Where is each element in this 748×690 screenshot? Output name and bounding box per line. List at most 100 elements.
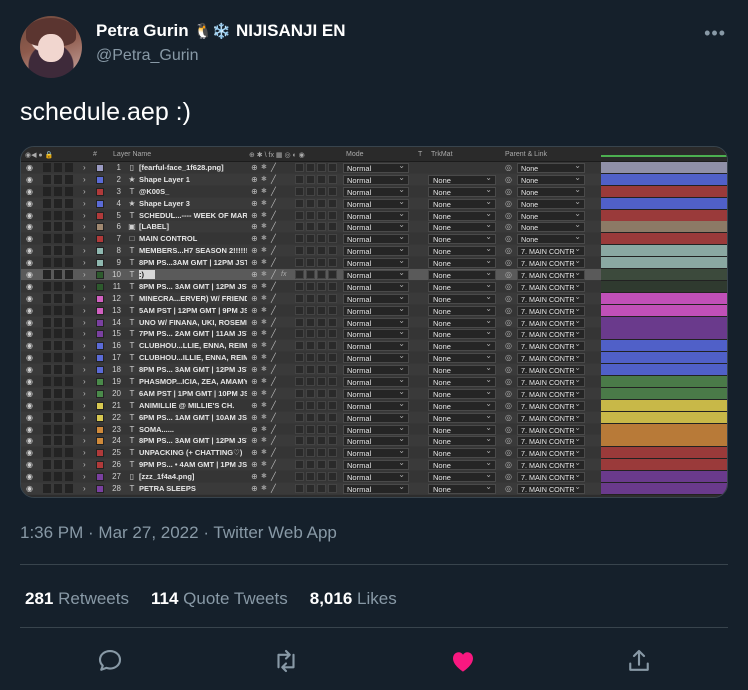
pickwhip-icon[interactable]: ◎	[505, 162, 514, 173]
3d-layer-switch[interactable]	[328, 353, 337, 363]
shy-switch-icon[interactable]: ⊕	[251, 245, 258, 256]
trkmat-select[interactable]: None	[428, 209, 496, 221]
lock-toggle[interactable]	[65, 448, 73, 458]
lock-toggle[interactable]	[65, 484, 73, 494]
frame-blend-switch[interactable]	[295, 210, 304, 220]
adjustment-switch[interactable]	[317, 305, 326, 315]
adjustment-switch[interactable]	[317, 329, 326, 339]
collapse-switch-icon[interactable]: ✱	[261, 281, 267, 292]
expand-arrow-icon[interactable]: ›	[83, 174, 86, 185]
motion-blur-switch[interactable]	[306, 365, 315, 375]
parent-select[interactable]: 7. MAIN CONTR	[517, 400, 585, 411]
parent-select[interactable]: None	[517, 174, 585, 185]
adjustment-switch[interactable]	[317, 353, 326, 363]
parent-select[interactable]: 7. MAIN CONTR	[517, 353, 585, 364]
blend-mode-select[interactable]: Normal	[343, 446, 409, 459]
ae-layer-row[interactable]: ◉›3T@K00S_⊕✱╱NormalNone◎None	[21, 185, 727, 198]
audio-toggle[interactable]	[43, 448, 51, 458]
audio-toggle[interactable]	[43, 317, 51, 327]
solo-toggle[interactable]	[54, 198, 62, 208]
solo-toggle[interactable]	[54, 353, 62, 363]
label-color-swatch[interactable]	[96, 199, 104, 208]
retweets-stat[interactable]: 281 Retweets	[25, 589, 129, 609]
lock-toggle[interactable]	[65, 293, 73, 303]
blend-mode-select[interactable]: Normal	[343, 268, 409, 281]
frame-blend-switch[interactable]	[295, 186, 304, 196]
expand-arrow-icon[interactable]: ›	[83, 210, 86, 221]
eye-icon[interactable]: ◉	[21, 186, 38, 197]
trkmat-select[interactable]: None	[428, 434, 496, 447]
expand-arrow-icon[interactable]: ›	[83, 340, 86, 351]
parent-select[interactable]: 7. MAIN CONTR	[517, 341, 585, 352]
shy-switch-icon[interactable]: ⊕	[251, 424, 258, 435]
audio-toggle[interactable]	[43, 293, 51, 303]
label-color-swatch[interactable]	[96, 485, 104, 494]
eye-icon[interactable]: ◉	[21, 364, 38, 375]
blend-mode-select[interactable]: Normal	[343, 232, 409, 245]
adjustment-switch[interactable]	[317, 270, 326, 280]
lock-toggle[interactable]	[65, 281, 73, 291]
3d-layer-switch[interactable]	[328, 174, 337, 184]
collapse-switch-icon[interactable]: ✱	[261, 435, 267, 446]
trkmat-select[interactable]: None	[428, 256, 496, 269]
lock-toggle[interactable]	[65, 305, 73, 315]
tweet-timestamp[interactable]: 1:36 PM · Mar 27, 2022 · Twitter Web App	[20, 523, 337, 543]
motion-blur-switch[interactable]	[306, 341, 315, 351]
expand-arrow-icon[interactable]: ›	[83, 257, 86, 268]
collapse-switch-icon[interactable]: ✱	[261, 483, 267, 494]
eye-icon[interactable]: ◉	[21, 376, 38, 387]
eye-icon[interactable]: ◉	[21, 424, 38, 435]
audio-toggle[interactable]	[43, 198, 51, 208]
audio-toggle[interactable]	[43, 305, 51, 315]
motion-blur-switch[interactable]	[306, 329, 315, 339]
solo-toggle[interactable]	[54, 234, 62, 244]
trkmat-select[interactable]: None	[428, 327, 496, 340]
pickwhip-icon[interactable]: ◎	[505, 435, 514, 446]
shy-switch-icon[interactable]: ⊕	[251, 400, 258, 411]
trkmat-select[interactable]: None	[428, 458, 496, 471]
eye-icon[interactable]: ◉	[21, 221, 38, 232]
solo-toggle[interactable]	[54, 412, 62, 422]
collapse-switch-icon[interactable]: ✱	[261, 352, 267, 363]
frame-blend-switch[interactable]	[295, 281, 304, 291]
layer-name[interactable]: 6PM PS... 1AM GMT | 10AM JST	[139, 412, 247, 423]
motion-blur-switch[interactable]	[306, 400, 315, 410]
parent-select[interactable]: 7. MAIN CONTR	[517, 258, 585, 269]
eye-icon[interactable]: ◉	[21, 257, 38, 268]
layer-name[interactable]: UNPACKING (+ CHATTING♡)	[139, 447, 247, 458]
shy-switch-icon[interactable]: ⊕	[251, 412, 258, 423]
collapse-switch-icon[interactable]: ✱	[261, 328, 267, 339]
adjustment-switch[interactable]	[317, 317, 326, 327]
label-color-swatch[interactable]	[96, 413, 104, 422]
quality-switch-icon[interactable]: ╱	[271, 435, 276, 446]
expand-arrow-icon[interactable]: ›	[83, 435, 86, 446]
expand-arrow-icon[interactable]: ›	[83, 400, 86, 411]
more-options-icon[interactable]: •••	[704, 23, 726, 44]
trkmat-select[interactable]: None	[428, 363, 496, 376]
expand-arrow-icon[interactable]: ›	[83, 412, 86, 423]
eye-icon[interactable]: ◉	[21, 435, 38, 446]
adjustment-switch[interactable]	[317, 234, 326, 244]
layer-name[interactable]: MINECRA...ERVER) W/ FRIENDS!	[139, 293, 247, 304]
eye-icon[interactable]: ◉	[21, 459, 38, 470]
expand-arrow-icon[interactable]: ›	[83, 424, 86, 435]
eye-icon[interactable]: ◉	[21, 483, 38, 494]
motion-blur-switch[interactable]	[306, 353, 315, 363]
audio-toggle[interactable]	[43, 210, 51, 220]
shy-switch-icon[interactable]: ⊕	[251, 293, 258, 304]
shy-switch-icon[interactable]: ⊕	[251, 388, 258, 399]
pickwhip-icon[interactable]: ◎	[505, 174, 514, 185]
lock-toggle[interactable]	[65, 174, 73, 184]
collapse-switch-icon[interactable]: ✱	[261, 293, 267, 304]
collapse-switch-icon[interactable]: ✱	[261, 459, 267, 470]
collapse-switch-icon[interactable]: ✱	[261, 198, 267, 209]
trkmat-select[interactable]: None	[428, 185, 496, 197]
ae-layer-row[interactable]: ◉›2★Shape Layer 1⊕✱╱NormalNone◎None	[21, 173, 727, 186]
solo-toggle[interactable]	[54, 484, 62, 494]
parent-select[interactable]: 7. MAIN CONTR	[517, 377, 585, 388]
pickwhip-icon[interactable]: ◎	[505, 459, 514, 470]
solo-toggle[interactable]	[54, 305, 62, 315]
motion-blur-switch[interactable]	[306, 448, 315, 458]
layer-name[interactable]: PETRA SLEEPS	[139, 483, 247, 494]
trkmat-select[interactable]: None	[428, 316, 496, 328]
